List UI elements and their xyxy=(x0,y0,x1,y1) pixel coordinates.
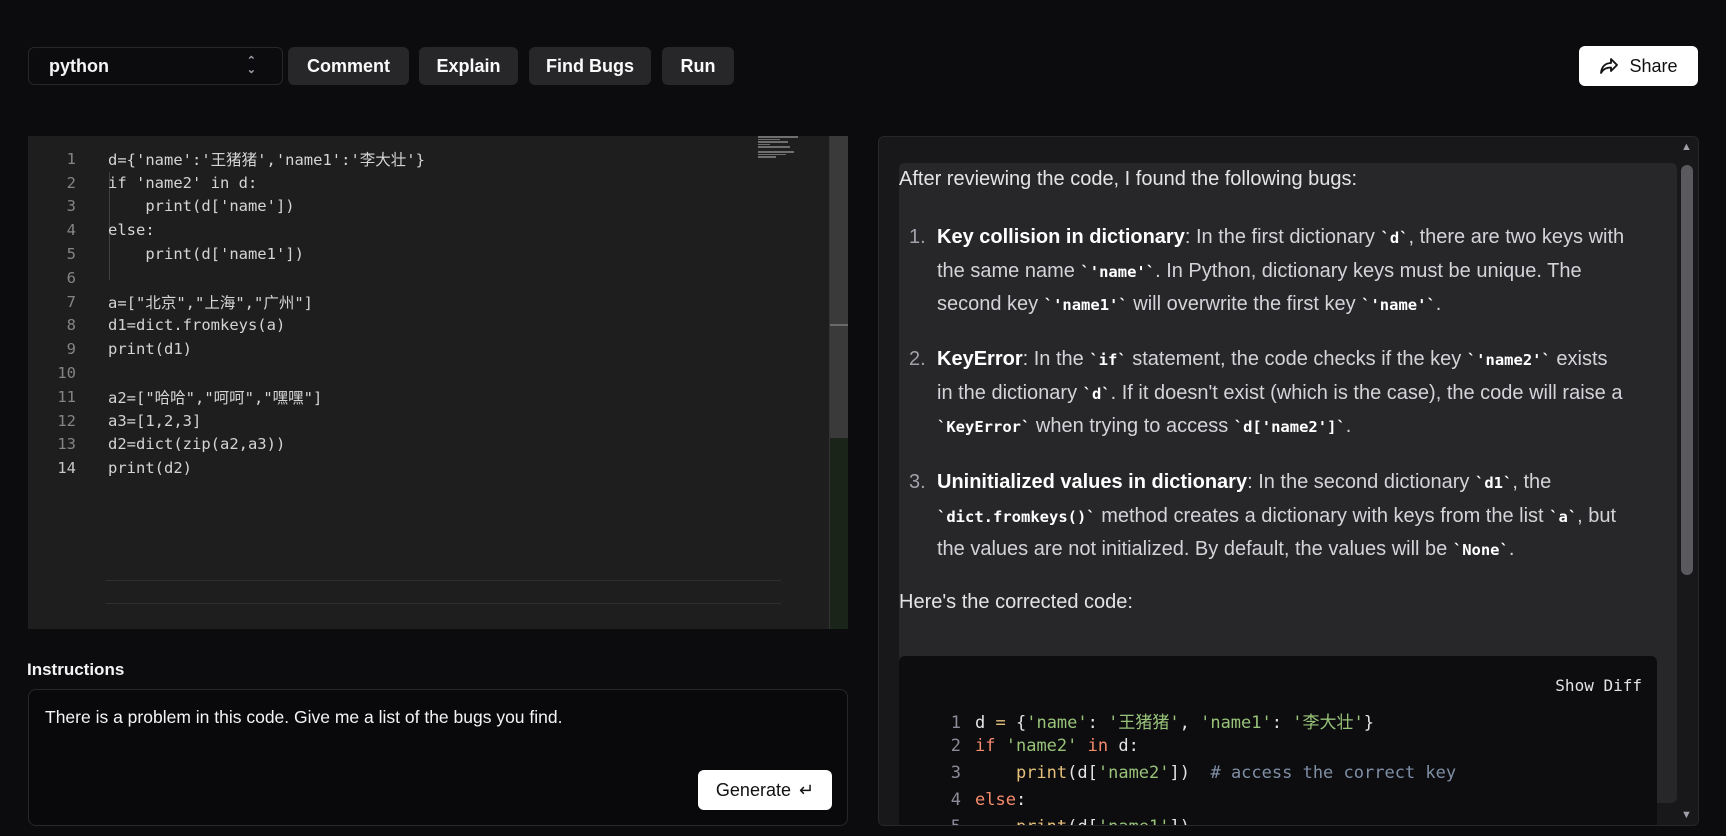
current-line-highlight xyxy=(106,580,781,604)
editor-line-text: print(d['name']) xyxy=(108,197,295,216)
editor-line[interactable]: 9 print(d1) xyxy=(28,337,828,361)
enter-icon: ↵ xyxy=(798,779,815,800)
editor-line-text: d2=dict(zip(a2,a3)) xyxy=(108,435,286,454)
scroll-up-icon[interactable]: ▲ xyxy=(1681,141,1692,153)
share-icon xyxy=(1600,58,1619,74)
code-block-line: 5 print(d['name1']) xyxy=(899,817,1190,825)
editor-line-text: print(d1) xyxy=(108,340,192,359)
code-block-line: 4 else: xyxy=(950,790,1027,810)
explain-button[interactable]: Explain xyxy=(419,47,518,85)
list-number: 2. xyxy=(909,348,926,370)
line-number: 12 xyxy=(57,411,76,430)
generate-button[interactable]: Generate ↵ xyxy=(698,770,832,810)
run-button[interactable]: Run xyxy=(662,47,734,85)
bug-title: Key collision in dictionary xyxy=(937,226,1185,248)
line-number: 13 xyxy=(57,435,76,454)
line-number: 9 xyxy=(66,340,76,359)
instructions-text: There is a problem in this code. Give me… xyxy=(45,707,563,727)
editor-line[interactable]: 3 print(d['name']) xyxy=(28,195,828,219)
code-editor[interactable]: 1 d={'name':'王猪猪','name1':'李大壮'} 2 if 'name… xyxy=(28,136,848,629)
chevron-up-down-icon: ⌃ ⌄ xyxy=(246,55,256,76)
line-number: 7 xyxy=(66,292,76,311)
editor-line[interactable]: 5 print(d['name1']) xyxy=(28,242,828,266)
code-block-line: 1d = {'name': '王猪猪', 'name1': '李大壮'} xyxy=(950,713,1374,733)
editor-line-text: print(d2) xyxy=(108,459,192,478)
editor-line-text: a2=["哈哈","呵呵","嘿嘿"] xyxy=(108,388,323,407)
line-number: 14 xyxy=(57,459,76,478)
editor-line[interactable]: 10 xyxy=(28,361,828,385)
share-label: Share xyxy=(1629,55,1678,76)
bug-title: Uninitialized values in dictionary xyxy=(937,471,1248,493)
line-number: 6 xyxy=(66,268,76,287)
code-block: Show Diff 1d = {'name': '王猪猪', 'name1': … xyxy=(899,656,1657,825)
line-number: 10 xyxy=(57,364,76,383)
editor-line-text: a3=[1,2,3] xyxy=(108,411,202,430)
language-select-value: python xyxy=(49,55,109,76)
editor-line[interactable]: 2 if 'name2' in d: xyxy=(28,171,828,195)
editor-line[interactable]: 12 a3=[1,2,3] xyxy=(28,409,828,433)
minimap[interactable] xyxy=(758,136,818,166)
corrected-code-label: Here's the corrected code: xyxy=(899,591,1133,613)
editor-line[interactable]: 7 a=["北京","上海","广州"] xyxy=(28,290,828,314)
scroll-down-icon[interactable]: ▼ xyxy=(1681,809,1692,821)
editor-line[interactable]: 1 d={'name':'王猪猪','name1':'李大壮'} xyxy=(28,147,828,171)
bug-title: KeyError xyxy=(937,348,1023,370)
code-block-line: 3 print(d['name2']) # access the correct… xyxy=(950,763,1457,783)
scrollbar-track xyxy=(830,438,848,629)
comment-button[interactable]: Comment xyxy=(288,47,409,85)
response-intro: After reviewing the code, I found the fo… xyxy=(899,168,1358,190)
scrollbar-cursor-marker xyxy=(830,324,848,326)
line-number: 8 xyxy=(66,316,76,335)
editor-line-text: else: xyxy=(108,221,155,240)
line-number: 2 xyxy=(66,173,76,192)
show-diff-button[interactable]: Show Diff xyxy=(1555,676,1642,695)
line-number: 1 xyxy=(66,149,76,168)
list-number: 1. xyxy=(909,226,926,248)
line-number: 11 xyxy=(57,387,76,406)
code-block-line: 2 if 'name2' in d: xyxy=(950,736,1139,756)
scrollbar-thumb[interactable] xyxy=(830,136,848,438)
response-scrollbar[interactable]: ▲ ▼ xyxy=(1678,137,1698,825)
list-number: 3. xyxy=(909,471,926,493)
instructions-label: Instructions xyxy=(27,660,125,679)
find-bugs-button[interactable]: Find Bugs xyxy=(529,47,651,85)
editor-line[interactable]: 4 else: xyxy=(28,218,828,242)
line-number: 4 xyxy=(66,221,76,240)
editor-line[interactable]: 13 d2=dict(zip(a2,a3)) xyxy=(28,433,828,457)
editor-scrollbar[interactable] xyxy=(829,136,848,629)
editor-line-text: d1=dict.fromkeys(a) xyxy=(108,316,286,335)
share-button[interactable]: Share xyxy=(1579,46,1698,86)
editor-line[interactable]: 14 print(d2) xyxy=(28,456,828,480)
editor-line-text: print(d['name1']) xyxy=(108,245,304,264)
scrollbar-thumb[interactable] xyxy=(1681,165,1693,575)
line-number: 3 xyxy=(66,197,76,216)
editor-line-text: a=["北京","上海","广州"] xyxy=(108,293,313,312)
generate-label: Generate xyxy=(715,779,791,800)
line-number: 5 xyxy=(66,245,76,264)
editor-line[interactable]: 6 xyxy=(28,266,828,290)
language-select[interactable]: python ⌃ ⌄ xyxy=(28,47,283,85)
editor-line-text: if 'name2' in d: xyxy=(108,173,258,192)
editor-line[interactable]: 11 a2=["哈哈","呵呵","嘿嘿"] xyxy=(28,385,828,409)
editor-line-text: d={'name':'王猪猪','name1':'李大壮'} xyxy=(108,150,425,169)
editor-line[interactable]: 8 d1=dict.fromkeys(a) xyxy=(28,314,828,338)
response-panel[interactable]: After reviewing the code, I found the fo… xyxy=(878,136,1699,826)
